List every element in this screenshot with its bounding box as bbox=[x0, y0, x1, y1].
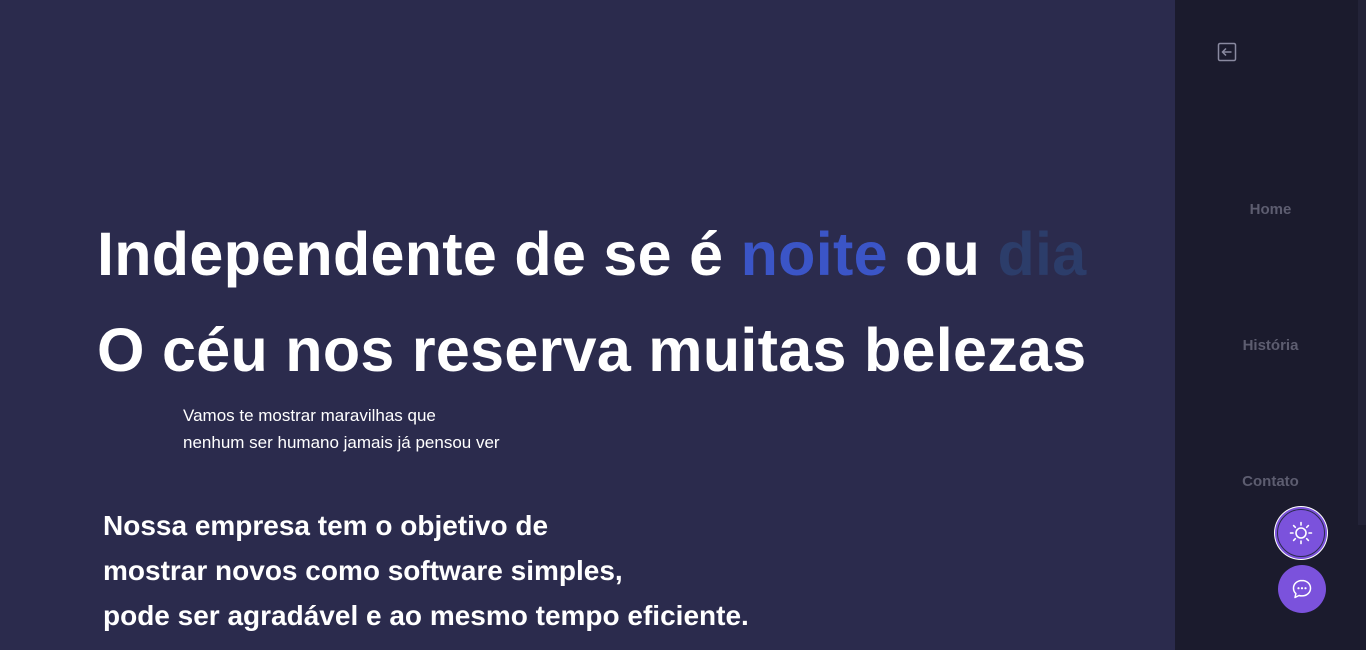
mission-line-3: pode ser agradável e ao mesmo tempo efic… bbox=[103, 600, 749, 631]
sidebar-collapse-button[interactable] bbox=[1217, 42, 1237, 62]
sidebar bbox=[1175, 0, 1358, 650]
theme-toggle-button[interactable] bbox=[1277, 509, 1325, 557]
mission-line-1: Nossa empresa tem o objetivo de bbox=[103, 510, 549, 541]
hero-heading-line-1: Independente de se é noite ou dia bbox=[97, 219, 1086, 289]
hero-text-mid: ou bbox=[887, 220, 998, 288]
sidebar-item-historia[interactable]: História bbox=[1179, 337, 1362, 354]
chat-bubble-icon bbox=[1292, 579, 1312, 599]
main-content: Independente de se é noite ou dia O céu … bbox=[0, 0, 1175, 650]
mission-statement: Nossa empresa tem o objetivo de mostrar … bbox=[103, 503, 749, 638]
subtitle-line-1: Vamos te mostrar maravilhas que bbox=[183, 406, 436, 425]
scrollbar[interactable] bbox=[1358, 0, 1366, 650]
hero-word-night: noite bbox=[740, 220, 888, 288]
hero-heading-line-2: O céu nos reserva muitas belezas bbox=[97, 316, 1087, 384]
sidebar-item-contato[interactable]: Contato bbox=[1179, 473, 1362, 490]
sidebar-item-home[interactable]: Home bbox=[1179, 201, 1362, 218]
mission-line-2: mostrar novos como software simples, bbox=[103, 555, 623, 586]
sun-icon bbox=[1289, 521, 1313, 545]
scrollbar-thumb[interactable] bbox=[1358, 0, 1366, 525]
subtitle-line-2: nenhum ser humano jamais já pensou ver bbox=[183, 433, 500, 452]
chat-button[interactable] bbox=[1278, 565, 1326, 613]
hero-subtitle: Vamos te mostrar maravilhas que nenhum s… bbox=[183, 402, 500, 456]
arrow-left-box-icon bbox=[1217, 42, 1237, 62]
hero-text-start: Independente de se é bbox=[97, 220, 741, 288]
hero-word-day: dia bbox=[997, 220, 1087, 288]
